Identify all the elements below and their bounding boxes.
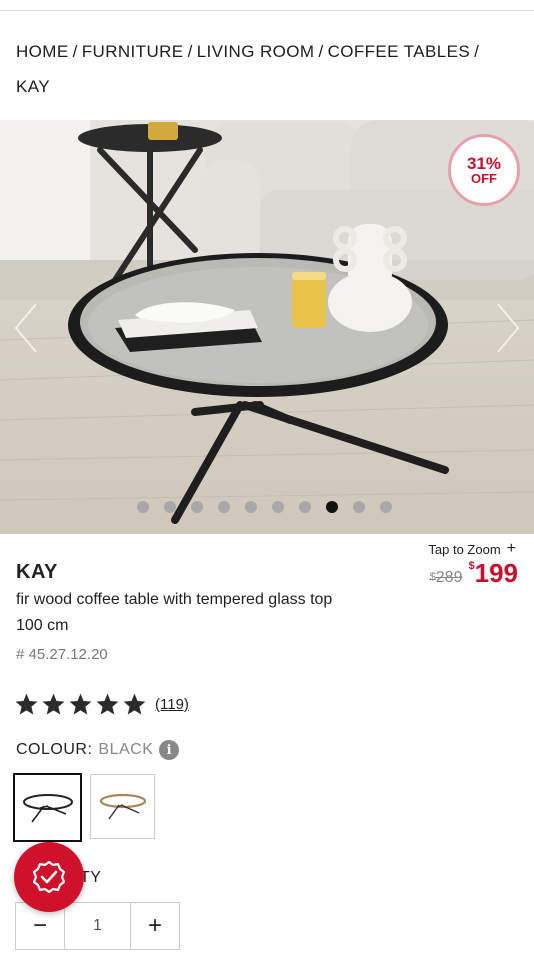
header-divider — [0, 10, 534, 11]
quantity-increase-button[interactable]: + — [131, 903, 179, 949]
plus-icon: + — [506, 540, 516, 557]
breadcrumb-furniture[interactable]: FURNITURE — [82, 42, 184, 61]
floating-action-button[interactable] — [14, 842, 84, 912]
colour-label: COLOUR: — [16, 741, 93, 758]
rating-stars — [14, 692, 147, 717]
product-description: fir wood coffee table with tempered glas… — [16, 591, 333, 634]
breadcrumb: HOME / FURNITURE / LIVING ROOM / COFFEE TABLES… — [16, 34, 516, 104]
zoom-label: Tap to Zoom — [428, 541, 501, 557]
currency-symbol: $ — [468, 560, 475, 572]
gallery-next-button[interactable] — [494, 300, 522, 356]
discount-badge: 31% OFF — [448, 134, 520, 206]
breadcrumb-living-room[interactable]: LIVING ROOM — [197, 42, 315, 61]
star-icon — [96, 693, 119, 715]
breadcrumb-separator: / — [187, 42, 193, 61]
product-sku: # 45.27.12.20 — [16, 646, 108, 663]
gallery-dot[interactable] — [191, 501, 203, 513]
gallery-dot[interactable] — [353, 501, 365, 513]
natural-table-thumbnail — [99, 793, 146, 819]
tap-to-zoom[interactable]: Tap to Zoom + — [428, 540, 516, 558]
star-icon — [69, 693, 92, 715]
star-icon — [42, 693, 65, 715]
sale-price: $199 — [468, 558, 518, 589]
breadcrumb-home[interactable]: HOME — [16, 42, 69, 61]
discount-label: OFF — [471, 170, 497, 186]
gallery-dot[interactable] — [218, 501, 230, 513]
gallery-dot[interactable] — [299, 501, 311, 513]
gallery-dot[interactable] — [380, 501, 392, 513]
rating[interactable]: (119) — [14, 692, 189, 717]
currency-symbol: $ — [429, 571, 436, 583]
gallery-dot[interactable] — [164, 501, 176, 513]
black-table-thumbnail — [22, 793, 73, 822]
original-price: $289 — [430, 569, 463, 587]
star-icon — [123, 693, 146, 715]
quantity-input[interactable]: 1 — [64, 903, 131, 949]
colour-value: BLACK — [98, 741, 154, 758]
breadcrumb-coffee-tables[interactable]: COFFEE TABLES — [328, 42, 471, 61]
sale-price-value: 199 — [474, 558, 518, 588]
breadcrumb-separator: / — [72, 42, 78, 61]
gallery-dot[interactable] — [245, 501, 257, 513]
breadcrumb-separator: / — [318, 42, 324, 61]
info-icon[interactable]: i — [159, 740, 180, 760]
star-icon — [15, 693, 38, 715]
discount-percent: 31% — [466, 153, 502, 173]
gallery-prev-button[interactable] — [12, 300, 40, 356]
chevron-right-icon — [497, 303, 520, 353]
badge-check-icon — [32, 860, 66, 894]
gallery-dot[interactable] — [137, 501, 149, 513]
price-block: $289 $199 — [430, 558, 518, 589]
chevron-left-icon — [14, 303, 37, 353]
original-price-value: 289 — [435, 569, 463, 586]
gallery-dot[interactable] — [272, 501, 284, 513]
colour-selector-label: COLOUR: BLACK i — [16, 740, 180, 760]
product-name: KAY — [16, 561, 58, 583]
breadcrumb-current: KAY — [16, 77, 50, 96]
breadcrumb-separator: / — [474, 42, 480, 61]
gallery-pagination — [137, 501, 392, 513]
gallery-dot-active[interactable] — [326, 501, 338, 513]
review-count-link[interactable]: (119) — [155, 696, 189, 713]
swatch-black[interactable] — [13, 773, 82, 842]
swatch-natural[interactable] — [90, 774, 155, 839]
